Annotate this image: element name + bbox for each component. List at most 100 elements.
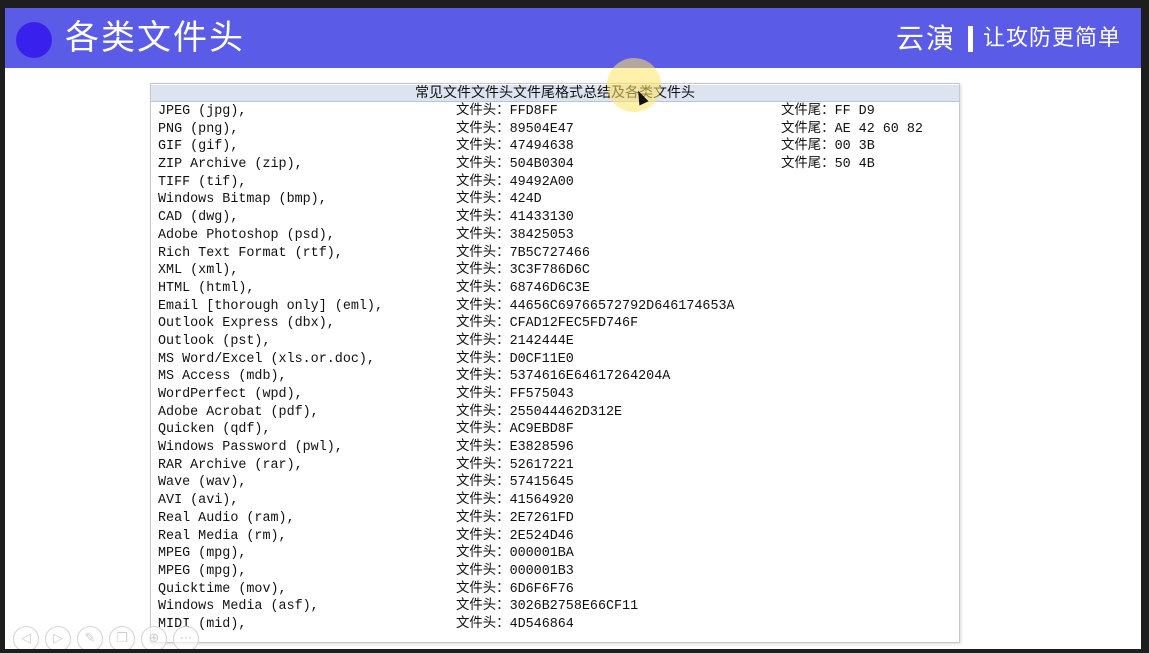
tail-value: AE 42 60 82 bbox=[834, 121, 923, 137]
file-trailer-cell: 文件尾：50 4B bbox=[781, 156, 875, 174]
slide-header: 各类文件头 云演 让攻防更简单 bbox=[5, 8, 1141, 68]
file-header-cell: 文件头：38425053 bbox=[456, 227, 574, 245]
pen-icon[interactable]: ✎ bbox=[77, 626, 103, 649]
file-header-cell: 文件头：57415645 bbox=[456, 474, 574, 492]
table-row: ZIP Archive (zip), 文件头：504B0304 文件尾：50 4B bbox=[158, 156, 958, 174]
head-label: 文件头： bbox=[456, 351, 510, 367]
file-type-name: HTML (html), bbox=[158, 280, 255, 296]
head-value: 2E7261FD bbox=[509, 510, 574, 526]
head-label: 文件头： bbox=[456, 599, 510, 615]
file-type-name: Windows Password (pwl), bbox=[158, 440, 343, 456]
head-value: 89504E47 bbox=[509, 121, 574, 137]
head-value: E3828596 bbox=[509, 440, 574, 456]
head-label: 文件头： bbox=[456, 369, 510, 385]
head-value: 000001B3 bbox=[509, 563, 574, 579]
table-row: Outlook Express (dbx), 文件头：CFAD12FEC5FD74… bbox=[158, 315, 958, 333]
file-type-name: Outlook Express (dbx), bbox=[158, 316, 335, 332]
file-type-name: XML (xml), bbox=[158, 263, 239, 279]
file-header-cell: 文件头：89504E47 bbox=[456, 121, 574, 139]
file-header-cell: 文件头：41564920 bbox=[456, 492, 574, 510]
table-row: MIDI (mid), 文件头：4D546864 bbox=[158, 616, 958, 634]
head-value: 3C3F786D6C bbox=[509, 263, 590, 279]
file-type-name: GIF (gif), bbox=[158, 139, 239, 155]
head-label: 文件头： bbox=[456, 546, 510, 562]
more-icon[interactable]: ⋯ bbox=[173, 626, 199, 649]
head-value: 5374616E64617264204A bbox=[509, 369, 671, 385]
tail-label: 文件尾： bbox=[781, 121, 835, 137]
brand-divider bbox=[967, 26, 973, 52]
header-circle-icon bbox=[16, 22, 52, 58]
cursor-highlight bbox=[607, 58, 661, 112]
tail-label: 文件尾： bbox=[781, 157, 835, 173]
head-value: 3026B2758E66CF11 bbox=[509, 599, 639, 615]
file-type-name: Real Audio (ram), bbox=[158, 510, 295, 526]
head-label: 文件头： bbox=[456, 528, 510, 544]
table-row: PNG (png), 文件头：89504E47 文件尾：AE 42 60 82 bbox=[158, 121, 958, 139]
brand-slogan: 让攻防更简单 bbox=[982, 26, 1121, 51]
head-label: 文件头： bbox=[456, 174, 510, 190]
head-label: 文件头： bbox=[456, 139, 510, 155]
file-header-cell: 文件头：FF575043 bbox=[456, 386, 574, 404]
file-header-cell: 文件头：FFD8FF bbox=[456, 103, 558, 121]
slide: 各类文件头 云演 让攻防更简单 常见文件文件头文件尾格式总结及各类文件头 JPE… bbox=[5, 8, 1141, 649]
head-label: 文件头： bbox=[456, 192, 510, 208]
table-row: Real Media (rm), 文件头：2E524D46 bbox=[158, 528, 958, 546]
head-label: 文件头： bbox=[456, 280, 510, 296]
file-type-name: ZIP Archive (zip), bbox=[158, 157, 303, 173]
file-header-cell: 文件头：CFAD12FEC5FD746F bbox=[456, 315, 638, 333]
head-label: 文件头： bbox=[456, 245, 510, 261]
file-type-name: TIFF (tif), bbox=[158, 174, 247, 190]
file-type-name: Outlook (pst), bbox=[158, 333, 271, 349]
prev-icon[interactable]: ◁ bbox=[13, 626, 39, 649]
file-type-name: Quicktime (mov), bbox=[158, 581, 287, 597]
file-signature-document: 常见文件文件头文件尾格式总结及各类文件头 JPEG (jpg), 文件头：FFD8… bbox=[150, 83, 960, 643]
file-trailer-cell: 文件尾：00 3B bbox=[781, 138, 875, 156]
file-type-name: Windows Bitmap (bmp), bbox=[158, 192, 327, 208]
document-title: 常见文件文件头文件尾格式总结及各类文件头 bbox=[151, 85, 959, 102]
table-row: MS Word/Excel (xls.or.doc), 文件头：D0CF11E0 bbox=[158, 351, 958, 369]
tail-value: 50 4B bbox=[834, 157, 875, 173]
head-value: FF575043 bbox=[509, 387, 574, 402]
head-value: 44656C69766572792D646174653A bbox=[509, 298, 735, 314]
head-value: 2E524D46 bbox=[509, 528, 574, 544]
tail-value: FF D9 bbox=[834, 104, 875, 119]
slides-icon[interactable]: ❐ bbox=[109, 626, 135, 649]
zoom-icon[interactable]: ⊕ bbox=[141, 626, 167, 649]
head-label: 文件头： bbox=[456, 121, 510, 137]
head-label: 文件头： bbox=[456, 157, 510, 173]
table-row: Adobe Acrobat (pdf), 文件头：255044462D312E bbox=[158, 404, 958, 422]
brand: 云演 让攻防更简单 bbox=[896, 22, 1121, 56]
head-value: 504B0304 bbox=[509, 157, 574, 173]
head-label: 文件头： bbox=[456, 422, 510, 438]
head-value: 4D546864 bbox=[509, 616, 574, 632]
head-label: 文件头： bbox=[456, 440, 510, 456]
head-value: 41433130 bbox=[509, 210, 574, 226]
tail-value: 00 3B bbox=[834, 139, 875, 155]
file-type-name: RAR Archive (rar), bbox=[158, 457, 303, 473]
table-row: RAR Archive (rar), 文件头：52617221 bbox=[158, 457, 958, 475]
head-value: 424D bbox=[509, 192, 542, 208]
head-label: 文件头： bbox=[456, 563, 510, 579]
table-row: Real Audio (ram), 文件头：2E7261FD bbox=[158, 510, 958, 528]
head-value: FFD8FF bbox=[509, 104, 558, 119]
head-label: 文件头： bbox=[456, 510, 510, 526]
table-row: MS Access (mdb), 文件头：5374616E64617264204A bbox=[158, 368, 958, 386]
head-value: 6D6F6F76 bbox=[509, 581, 574, 597]
tail-label: 文件尾： bbox=[781, 104, 835, 119]
head-value: 255044462D312E bbox=[509, 404, 623, 420]
table-row: Quicken (qdf), 文件头：AC9EBD8F bbox=[158, 421, 958, 439]
file-type-name: Quicken (qdf), bbox=[158, 422, 271, 438]
table-row: Windows Media (asf), 文件头：3026B2758E66CF11 bbox=[158, 598, 958, 616]
presentation-controls: ◁ ▷ ✎ ❐ ⊕ ⋯ bbox=[13, 626, 199, 649]
table-row: Windows Bitmap (bmp), 文件头：424D bbox=[158, 191, 958, 209]
head-label: 文件头： bbox=[456, 493, 510, 509]
head-label: 文件头： bbox=[456, 333, 510, 349]
head-label: 文件头： bbox=[456, 457, 510, 473]
head-value: 41564920 bbox=[509, 493, 574, 509]
head-label: 文件头： bbox=[456, 616, 510, 632]
file-type-name: MPEG (mpg), bbox=[158, 546, 247, 562]
table-row: Quicktime (mov), 文件头：6D6F6F76 bbox=[158, 581, 958, 599]
tail-label: 文件尾： bbox=[781, 139, 835, 155]
next-icon[interactable]: ▷ bbox=[45, 626, 71, 649]
brand-name: 云演 bbox=[895, 22, 956, 55]
